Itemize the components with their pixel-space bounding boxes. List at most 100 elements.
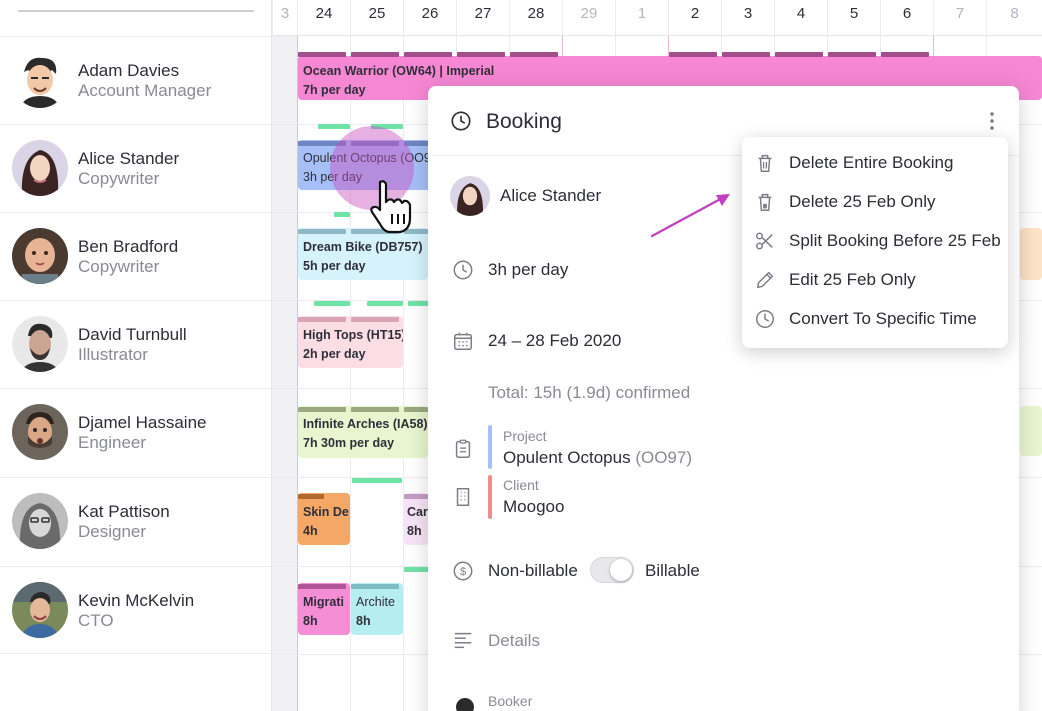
date-cell: 3	[272, 0, 297, 36]
person-role: Designer	[78, 522, 147, 541]
person-role: CTO	[78, 611, 114, 630]
capacity-bar	[367, 301, 403, 306]
booking-high-tops[interactable]: High Tops (HT15) 2h per day	[298, 316, 403, 368]
menu-item-split-booking[interactable]: Split Booking Before 25 Feb	[742, 222, 1008, 261]
menu-item-label: Delete 25 Feb Only	[789, 192, 936, 211]
menu-item-delete-25-feb[interactable]: Delete 25 Feb Only	[742, 183, 1008, 222]
capacity-bar	[404, 407, 428, 412]
person-row-david[interactable]: David Turnbull Illustrator	[0, 300, 272, 388]
hand-cursor-icon	[370, 180, 412, 234]
booking-migration[interactable]: Migrati 8h	[298, 583, 350, 635]
person-row-kevin[interactable]: Kevin McKelvin CTO	[0, 566, 272, 654]
capacity-bar	[298, 407, 346, 412]
booking-hours: 4h	[303, 524, 318, 538]
details-lines-icon	[454, 632, 472, 649]
person-name: Ben Bradford	[78, 237, 179, 256]
clock-icon	[756, 310, 774, 328]
details-field[interactable]: Details	[488, 631, 540, 651]
dollar-icon: $	[453, 561, 473, 581]
panel-person-name[interactable]: Alice Stander	[500, 186, 601, 206]
svg-text:$: $	[460, 566, 466, 578]
menu-item-edit-25-feb[interactable]: Edit 25 Feb Only	[742, 261, 1008, 300]
client-name[interactable]: Moogoo	[503, 497, 564, 517]
avatar	[12, 582, 68, 638]
avatar	[12, 404, 68, 460]
capacity-bar	[881, 52, 929, 57]
capacity-bar	[828, 52, 876, 57]
date-cell[interactable]: 7	[933, 0, 986, 36]
clock-icon	[453, 260, 473, 280]
date-cell[interactable]: 25	[350, 0, 403, 36]
booking-car[interactable]: Car 8h	[404, 493, 428, 545]
booking-hours: 7h 30m per day	[303, 436, 395, 450]
billable-label: Billable	[645, 561, 700, 580]
booking-architecture[interactable]: Archite 8h	[351, 583, 403, 635]
booking-skin[interactable]: Skin De 4h	[298, 493, 350, 545]
avatar	[12, 316, 68, 372]
avatar	[450, 176, 490, 216]
avatar	[12, 228, 68, 284]
kebab-menu-icon[interactable]	[984, 110, 1000, 132]
calendar-icon	[454, 332, 472, 350]
capacity-bar	[298, 494, 324, 499]
person-row-ben[interactable]: Ben Bradford Copywriter	[0, 212, 272, 300]
booker-label: Booker	[488, 693, 533, 709]
person-role: Copywriter	[78, 257, 160, 276]
capacity-bar	[408, 301, 428, 306]
date-cell[interactable]: 27	[456, 0, 509, 36]
date-cell[interactable]: 3	[721, 0, 774, 36]
date-cell[interactable]: 26	[403, 0, 456, 36]
clock-icon	[451, 111, 471, 131]
person-row-kat[interactable]: Kat Pattison Designer	[0, 477, 272, 565]
booking-continuation[interactable]	[1020, 228, 1042, 280]
capacity-bar	[318, 124, 350, 129]
non-billable-label: Non-billable	[488, 561, 578, 580]
booking-infinite-arches[interactable]: Infinite Arches (IA58) 7h 30m per day	[298, 406, 428, 458]
date-cell[interactable]: 1	[615, 0, 668, 36]
person-row-djamel[interactable]: Djamel Hassaine Engineer	[0, 388, 272, 476]
booking-title: Car	[407, 505, 428, 519]
menu-item-label: Delete Entire Booking	[789, 153, 954, 172]
date-cell[interactable]: 29	[562, 0, 615, 36]
person-name: Djamel Hassaine	[78, 413, 207, 432]
date-cell[interactable]: 6	[880, 0, 933, 36]
avatar	[12, 140, 68, 196]
date-cell[interactable]: 8	[986, 0, 1042, 36]
date-cell[interactable]: 5	[827, 0, 880, 36]
date-header: 3 24 25 26 27 28 29 1 2 3 4 5 6 7 8	[272, 0, 1042, 36]
panel-date-range[interactable]: 24 – 28 Feb 2020	[488, 331, 621, 351]
booking-title: Ocean Warrior (OW64) | Imperial	[303, 64, 495, 78]
capacity-bar	[352, 478, 402, 483]
person-name: Kat Pattison	[78, 502, 170, 521]
menu-item-convert-to-specific-time[interactable]: Convert To Specific Time	[742, 300, 1008, 339]
booking-title: Infinite Arches (IA58)	[303, 417, 428, 431]
client-color-bar	[488, 475, 492, 519]
person-role: Account Manager	[78, 81, 212, 100]
date-cell[interactable]: 24	[297, 0, 350, 36]
booking-hours: 5h per day	[303, 259, 366, 273]
toggle-knob	[610, 559, 632, 581]
date-cell[interactable]: 2	[668, 0, 721, 36]
date-cell[interactable]: 28	[509, 0, 562, 36]
schedule-gutter	[272, 36, 297, 711]
date-cell[interactable]: 4	[774, 0, 827, 36]
person-row-adam[interactable]: Adam Davies Account Manager	[0, 36, 272, 124]
booking-title: Archite	[356, 595, 395, 609]
panel-hours[interactable]: 3h per day	[488, 260, 568, 280]
project-label: Project	[503, 428, 547, 444]
booking-context-menu: Delete Entire Booking Delete 25 Feb Only…	[742, 137, 1008, 348]
day-divider	[403, 36, 404, 711]
booking-hours: 8h	[356, 614, 371, 628]
booking-title: Dream Bike (DB757)	[303, 240, 423, 254]
billable-toggle[interactable]	[590, 557, 634, 583]
capacity-bar	[334, 212, 350, 217]
capacity-bar	[351, 584, 399, 589]
person-row-alice[interactable]: Alice Stander Copywriter	[0, 124, 272, 212]
capacity-bar	[404, 567, 428, 572]
project-value[interactable]: Opulent Octopus (OO97)	[503, 448, 692, 468]
capacity-bar	[510, 52, 558, 57]
booking-continuation[interactable]	[1020, 406, 1042, 456]
capacity-bar	[351, 407, 399, 412]
menu-item-delete-entire-booking[interactable]: Delete Entire Booking	[742, 144, 1008, 183]
project-name: Opulent Octopus	[503, 448, 631, 467]
